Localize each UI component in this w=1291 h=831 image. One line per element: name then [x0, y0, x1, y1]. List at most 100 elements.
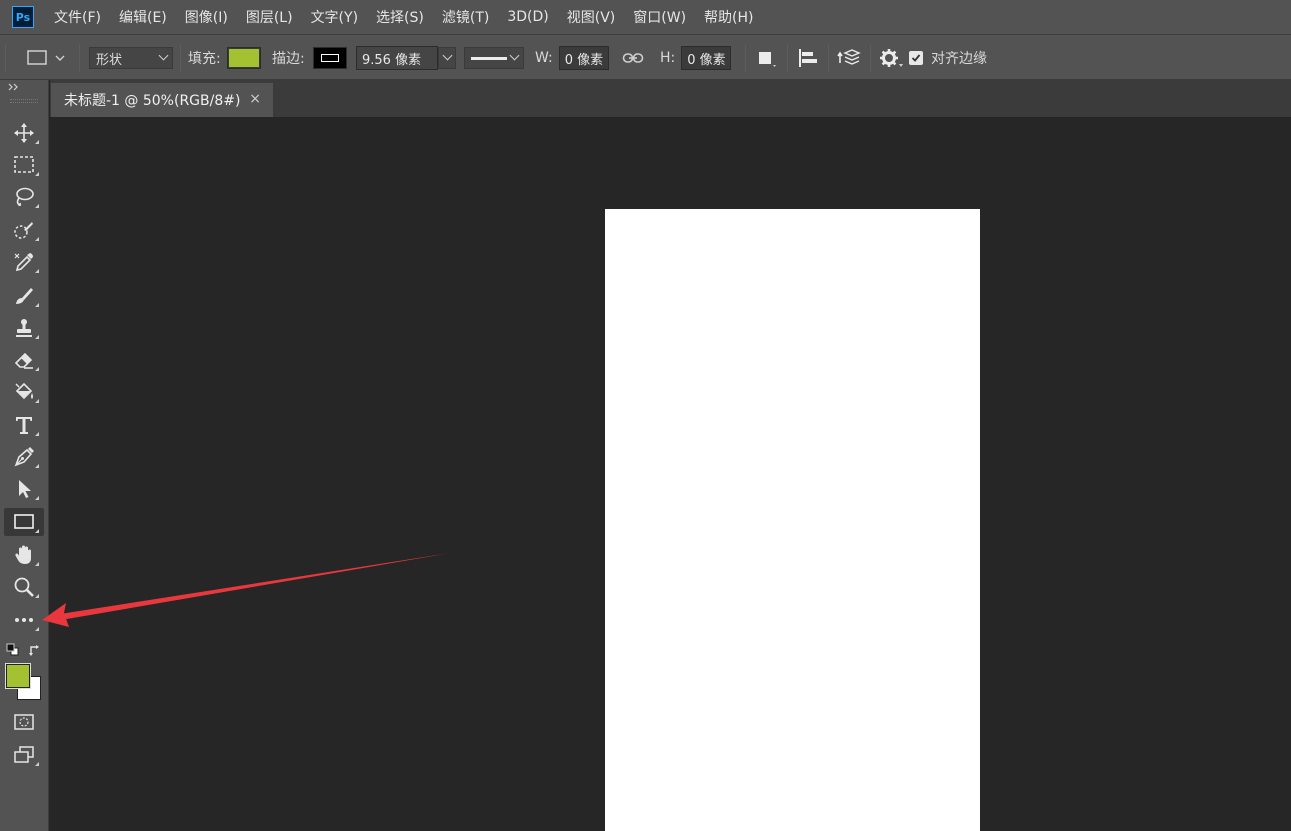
- menu-view[interactable]: 视图(V): [567, 7, 616, 27]
- arrange-layers-icon: [837, 49, 861, 65]
- expand-panel-icon[interactable]: [8, 83, 20, 91]
- document-tab-bar: 未标题-1 @ 50%(RGB/8#) ×: [50, 80, 1291, 117]
- photoshop-logo-icon[interactable]: Ps: [12, 6, 34, 28]
- stroke-type-select[interactable]: [464, 47, 524, 69]
- separator: [787, 44, 788, 72]
- tool-zoom[interactable]: [4, 573, 44, 601]
- corner-indicator: [35, 399, 39, 403]
- height-value: 0 像素: [687, 52, 726, 68]
- width-input[interactable]: 0 像素: [558, 46, 609, 70]
- checkmark-icon: [911, 54, 921, 62]
- stroke-swatch[interactable]: [312, 47, 347, 69]
- document-tab[interactable]: 未标题-1 @ 50%(RGB/8#) ×: [51, 83, 273, 117]
- hand-icon: [15, 545, 31, 564]
- menu-select[interactable]: 选择(S): [376, 7, 424, 27]
- foreground-color-swatch[interactable]: [5, 663, 31, 689]
- corner-indicator: [35, 627, 39, 631]
- stroke-line-preview: [471, 56, 507, 60]
- corner-indicator: [35, 432, 39, 436]
- menu-image[interactable]: 图像(I): [185, 7, 228, 27]
- menu-layer[interactable]: 图层(L): [246, 7, 293, 27]
- quick-mask-icon: [14, 714, 34, 730]
- quick-select-icon: [14, 222, 33, 239]
- stroke-label: 描边:: [272, 51, 305, 67]
- tool-marquee[interactable]: [4, 151, 44, 179]
- move-icon: [14, 123, 34, 143]
- chevron-down-icon: [442, 50, 453, 61]
- tool-path-selection[interactable]: [4, 475, 44, 503]
- tool-lasso[interactable]: [4, 183, 44, 211]
- corner-indicator: [35, 496, 39, 500]
- quick-mask-button[interactable]: [4, 708, 44, 736]
- options-bar: 形状 填充: 描边: 9.56 像素 W: 0 像素 H: 0 像素 对齐边缘: [0, 34, 1291, 80]
- lasso-icon: [16, 187, 34, 207]
- brush-icon: [16, 288, 33, 304]
- tool-eyedropper[interactable]: [4, 248, 44, 276]
- default-colors-icon[interactable]: [6, 643, 20, 657]
- link-dimensions-button[interactable]: [622, 35, 644, 81]
- screen-mode-icon: [14, 746, 34, 763]
- tool-paint-bucket[interactable]: [4, 378, 44, 406]
- fill-color: [228, 49, 259, 67]
- foreground-color: [7, 665, 29, 687]
- menu-filter[interactable]: 滤镜(T): [442, 7, 489, 27]
- marquee-icon: [14, 156, 34, 173]
- corner-indicator: [35, 140, 39, 144]
- menu-help[interactable]: 帮助(H): [704, 7, 753, 27]
- tool-clone-stamp[interactable]: [4, 314, 44, 342]
- tool-type[interactable]: [4, 411, 44, 439]
- fill-swatch[interactable]: [226, 47, 261, 69]
- zoom-icon: [14, 577, 34, 597]
- menu-edit[interactable]: 编辑(E): [119, 7, 167, 27]
- path-alignment-button[interactable]: [797, 35, 821, 81]
- rectangle-icon: [14, 514, 34, 529]
- separator: [870, 44, 871, 72]
- tool-move[interactable]: [4, 119, 44, 147]
- swap-colors-icon[interactable]: [28, 643, 42, 657]
- tool-rectangle[interactable]: [4, 508, 44, 536]
- menu-type[interactable]: 文字(Y): [311, 7, 358, 27]
- tool-pen[interactable]: [4, 443, 44, 471]
- tool-quick-select[interactable]: [4, 216, 44, 244]
- fill-label: 填充:: [188, 51, 221, 67]
- document-canvas[interactable]: [605, 209, 980, 831]
- align-edges-label: 对齐边缘: [931, 51, 987, 67]
- corner-indicator: [35, 204, 39, 208]
- shape-settings-button[interactable]: [878, 35, 904, 81]
- screen-mode-button[interactable]: [4, 741, 44, 769]
- eraser-icon: [14, 352, 33, 369]
- separator: [745, 44, 746, 72]
- path-arrangement-button[interactable]: [836, 35, 862, 81]
- panel-grip[interactable]: [10, 99, 38, 103]
- path-operations-button[interactable]: [755, 35, 779, 81]
- height-label: H:: [660, 50, 676, 66]
- corner-indicator: [35, 367, 39, 371]
- mode-select-value: 形状: [96, 52, 123, 68]
- stroke-width-input[interactable]: 9.56 像素: [356, 46, 438, 70]
- tool-preset-picker[interactable]: [26, 35, 66, 81]
- rectangle-preset-icon: [27, 50, 47, 65]
- separator: [828, 44, 829, 72]
- chevron-down-icon: [55, 55, 65, 61]
- corner-indicator: [35, 172, 39, 176]
- menu-bar: Ps 文件(F) 编辑(E) 图像(I) 图层(L) 文字(Y) 选择(S) 滤…: [0, 0, 1291, 34]
- menu-3d[interactable]: 3D(D): [507, 9, 548, 25]
- close-icon[interactable]: ×: [249, 91, 261, 107]
- stroke-width-dropdown[interactable]: [438, 47, 456, 69]
- tool-hand[interactable]: [4, 541, 44, 569]
- separator: [79, 44, 80, 72]
- document-tab-title: 未标题-1 @ 50%(RGB/8#): [64, 93, 241, 109]
- tool-brush[interactable]: [4, 282, 44, 310]
- corner-indicator: [35, 335, 39, 339]
- width-value: 0 像素: [564, 52, 604, 68]
- align-edges-checkbox[interactable]: [909, 51, 923, 65]
- stamp-icon: [16, 319, 32, 337]
- paint-bucket-icon: [15, 382, 33, 400]
- height-input[interactable]: 0 像素: [681, 46, 732, 70]
- align-left-icon: [799, 49, 817, 67]
- tool-eraser[interactable]: [4, 346, 44, 374]
- mode-select[interactable]: 形状: [89, 47, 173, 69]
- tool-edit-toolbar[interactable]: [4, 606, 44, 634]
- menu-file[interactable]: 文件(F): [54, 7, 101, 27]
- menu-window[interactable]: 窗口(W): [633, 7, 686, 27]
